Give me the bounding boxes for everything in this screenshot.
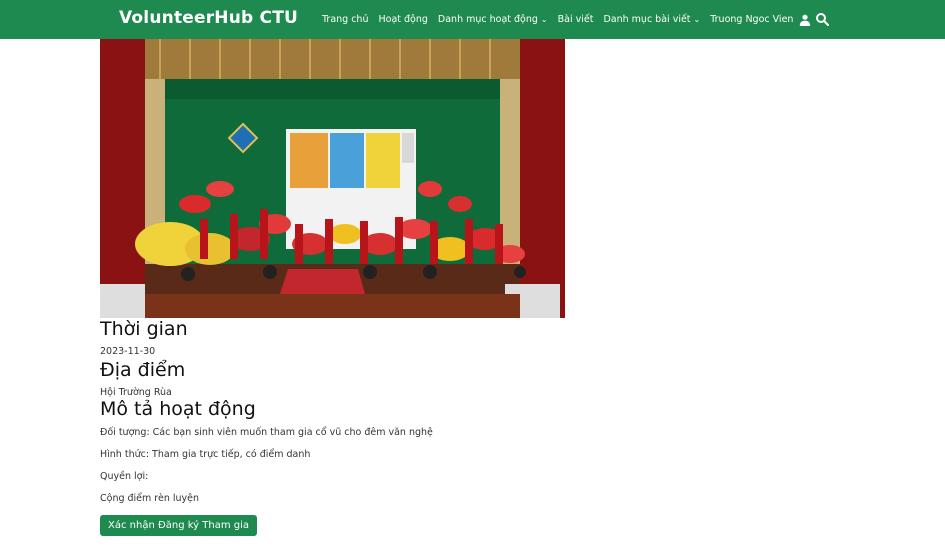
brand-logo[interactable]: VolunteerHub CTU	[119, 8, 298, 28]
main-nav: Trang chủ Hoạt động Danh mục hoạt động ⌄…	[322, 0, 821, 39]
benefits-label: Quyền lợi:	[100, 471, 149, 482]
nav-posts[interactable]: Bài viết	[558, 14, 594, 25]
description-format: Hình thức: Tham gia trực tiếp, có điểm d…	[100, 449, 311, 460]
time-heading: Thời gian	[100, 318, 188, 340]
chevron-down-icon: ⌄	[693, 15, 701, 24]
nav-user-account[interactable]: Truong Ngoc Vien	[710, 14, 811, 26]
event-details: Thời gian 2023-11-30 Địa điểm Hội Trường…	[100, 318, 700, 536]
description-audience: Đối tượng: Các bạn sinh viên muốn tham g…	[100, 427, 433, 438]
benefits-value: Cộng điểm rèn luyện	[100, 493, 200, 504]
event-date: 2023-11-30	[100, 346, 156, 357]
nav-activities[interactable]: Hoạt động	[378, 14, 427, 25]
search-icon[interactable]	[815, 12, 829, 26]
location-heading: Địa điểm	[100, 359, 186, 381]
user-icon	[800, 14, 811, 26]
event-banner-image	[100, 39, 565, 318]
event-location: Hội Trường Rùa	[100, 387, 172, 398]
user-name: Truong Ngoc Vien	[710, 14, 794, 25]
nav-post-categories-label: Danh mục bài viết	[603, 14, 691, 25]
chevron-down-icon: ⌄	[540, 15, 548, 24]
nav-post-categories[interactable]: Danh mục bài viết ⌄	[603, 14, 700, 25]
top-navbar: VolunteerHub CTU Trang chủ Hoạt động Dan…	[0, 0, 945, 39]
nav-activity-categories[interactable]: Danh mục hoạt động ⌄	[438, 14, 548, 25]
stage-performance-photo	[100, 39, 565, 318]
nav-activity-categories-label: Danh mục hoạt động	[437, 14, 538, 25]
register-button[interactable]: Xác nhận Đăng ký Tham gia	[100, 515, 257, 536]
description-heading: Mô tả hoạt động	[100, 398, 256, 420]
nav-home[interactable]: Trang chủ	[322, 14, 368, 25]
